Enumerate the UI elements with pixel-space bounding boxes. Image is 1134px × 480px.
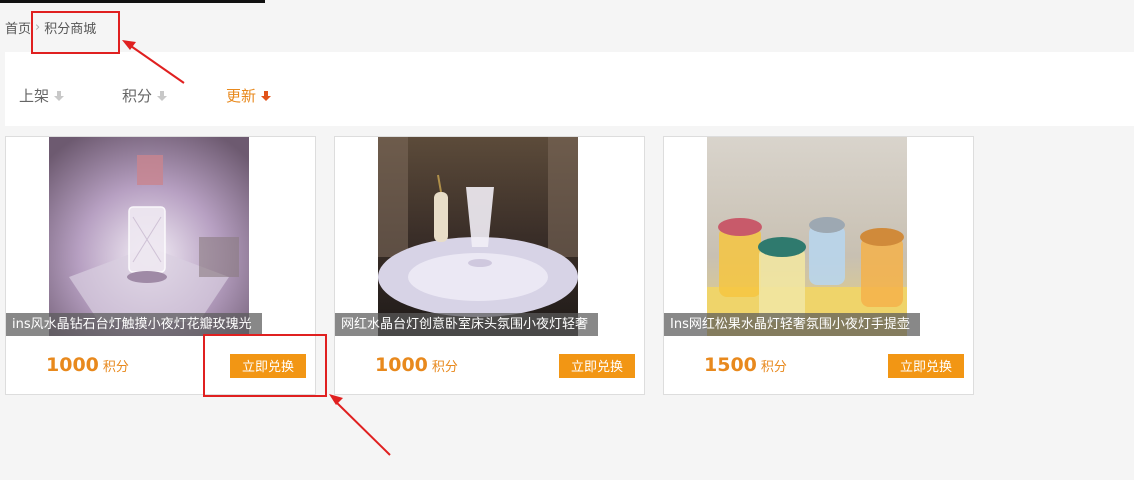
sort-by-update[interactable]: 更新 xyxy=(226,85,272,106)
product-card[interactable]: Ins网红松果水晶灯轻奢氛围小夜灯手提壶 1500 积分 立即兑换 xyxy=(663,136,974,395)
product-image-crystal-table-lamp[interactable] xyxy=(378,137,578,336)
sort-label: 上架 xyxy=(19,87,50,105)
product-image-pinecone-lamps[interactable] xyxy=(707,137,907,336)
product-title: ins风水晶钻石台灯触摸小夜灯花瓣玫瑰光 xyxy=(6,313,262,336)
points-value: 1500 xyxy=(704,354,757,376)
product-image-crystal-lamp[interactable] xyxy=(49,137,249,336)
points-unit: 积分 xyxy=(760,360,787,375)
product-title: Ins网红松果水晶灯轻奢氛围小夜灯手提壶 xyxy=(664,313,920,336)
product-points: 1000 积分 xyxy=(46,354,129,376)
redeem-button[interactable]: 立即兑换 xyxy=(888,354,964,378)
breadcrumb-home-link[interactable]: 首页 xyxy=(5,18,31,37)
redeem-button[interactable]: 立即兑换 xyxy=(559,354,635,378)
product-points: 1500 积分 xyxy=(704,354,787,376)
points-unit: 积分 xyxy=(102,360,129,375)
sort-down-arrow-icon xyxy=(157,90,168,102)
sort-bar: 上架 积分 更新 xyxy=(5,52,1134,126)
sort-down-arrow-icon xyxy=(54,90,65,102)
sort-label: 积分 xyxy=(122,87,153,105)
product-card[interactable]: 网红水晶台灯创意卧室床头氛围小夜灯轻奢 1000 积分 立即兑换 xyxy=(334,136,645,395)
annotation-box-breadcrumb xyxy=(31,11,120,54)
product-title: 网红水晶台灯创意卧室床头氛围小夜灯轻奢 xyxy=(335,313,599,336)
top-divider xyxy=(0,0,265,3)
sort-down-arrow-icon xyxy=(261,90,272,102)
sort-by-points[interactable]: 积分 xyxy=(122,85,168,106)
points-value: 1000 xyxy=(46,354,99,376)
sort-by-listing-date[interactable]: 上架 xyxy=(19,85,65,106)
product-points: 1000 积分 xyxy=(375,354,458,376)
points-unit: 积分 xyxy=(431,360,458,375)
points-value: 1000 xyxy=(375,354,428,376)
sort-label: 更新 xyxy=(226,87,257,105)
annotation-box-redeem-button xyxy=(203,334,327,397)
